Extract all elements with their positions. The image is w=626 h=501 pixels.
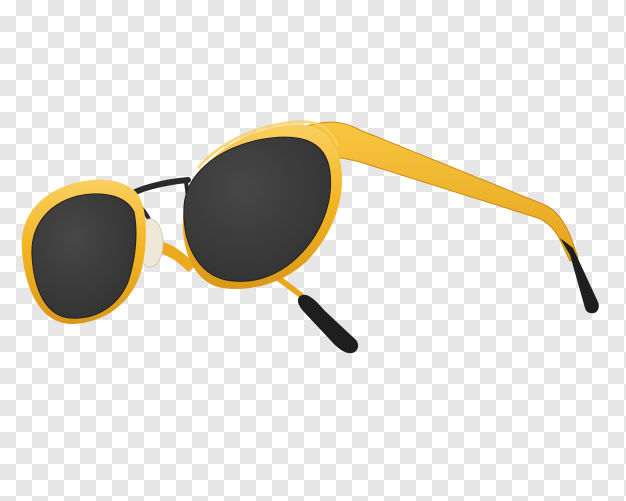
right-temple-arm xyxy=(299,121,599,314)
temple-tip-left xyxy=(297,294,359,354)
left-lens-frame xyxy=(21,179,146,325)
right-lens-frame xyxy=(182,120,343,289)
left-temple-arm xyxy=(265,268,359,354)
sunglasses-icon xyxy=(21,120,599,354)
image-canvas xyxy=(0,0,626,501)
